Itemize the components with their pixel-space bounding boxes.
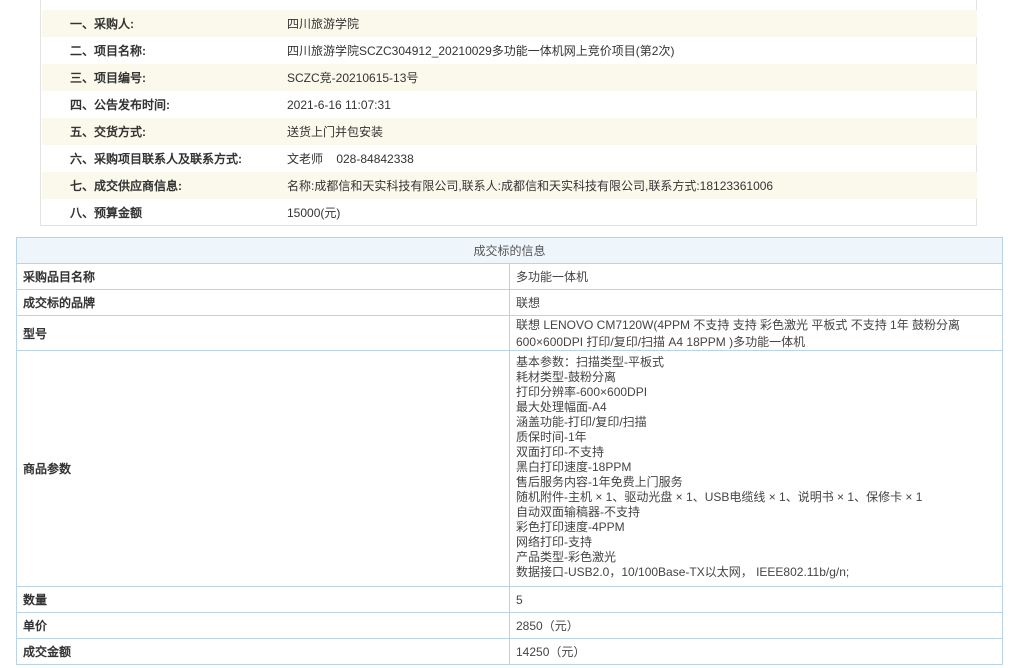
table-row: 成交标的品牌 联想 — [16, 289, 1003, 316]
info-label: 七、成交供应商信息: — [70, 179, 182, 193]
row-value: 多功能一体机 — [509, 263, 1003, 290]
param-line: 最大处理幅面-A4 — [516, 400, 607, 414]
param-line: 基本参数：扫描类型-平板式 — [516, 355, 664, 369]
param-line: 售后服务内容-1年免费上门服务 — [516, 475, 683, 489]
table-row: 采购品目名称 多功能一体机 — [16, 263, 1003, 290]
row-label: 型号 — [16, 315, 510, 351]
info-value: SCZC竞-20210615-13号 — [287, 71, 419, 85]
params-list: 基本参数：扫描类型-平板式 耗材类型-鼓粉分离 打印分辨率-600×600DPI… — [516, 351, 996, 586]
info-row-delivery-method: 五、交货方式: 送货上门并包安装 — [42, 118, 977, 145]
info-value: 送货上门并包安装 — [287, 125, 384, 139]
row-label: 单价 — [16, 612, 510, 639]
param-line: 黑白打印速度-18PPM — [516, 460, 632, 474]
table-row: 数量 5 — [16, 586, 1003, 613]
info-label: 五、交货方式: — [70, 125, 146, 139]
info-row-supplier: 七、成交供应商信息: 名称:成都信和天实科技有限公司,联系人:成都信和天实科技有… — [42, 172, 977, 199]
param-line: 双面打印-不支持 — [516, 445, 604, 459]
info-row-budget: 八、预算金额 15000(元) — [42, 199, 977, 226]
param-line: 质保时间-1年 — [516, 430, 587, 444]
info-label: 二、项目名称: — [70, 44, 146, 58]
row-label: 数量 — [16, 586, 510, 613]
info-label: 六、采购项目联系人及联系方式: — [70, 152, 242, 166]
row-value: 2850（元） — [509, 612, 1003, 639]
table-row: 型号 联想 LENOVO CM7120W(4PPM 不支持 支持 彩色激光 平板… — [16, 315, 1003, 351]
param-line: 数据接口-USB2.0，10/100Base-TX以太网， IEEE802.11… — [516, 565, 850, 579]
table-header-row: 成交标的信息 — [16, 237, 1003, 264]
info-row-contact: 六、采购项目联系人及联系方式: 文老师 028-84842338 — [42, 145, 977, 172]
param-line: 打印分辨率-600×600DPI — [516, 385, 648, 399]
table-row: 成交金额 14250（元） — [16, 638, 1003, 665]
row-value: 联想 LENOVO CM7120W(4PPM 不支持 支持 彩色激光 平板式 不… — [509, 315, 1003, 351]
info-label: 八、预算金额 — [70, 206, 143, 220]
info-row-purchaser: 一、采购人: 四川旅游学院 — [42, 10, 977, 37]
table-header: 成交标的信息 — [16, 237, 1003, 264]
info-value: 15000(元) — [287, 206, 341, 220]
info-value: 名称:成都信和天实科技有限公司,联系人:成都信和天实科技有限公司,联系方式:18… — [287, 179, 774, 193]
row-label: 采购品目名称 — [16, 263, 510, 290]
row-label: 成交标的品牌 — [16, 289, 510, 316]
params-cell: 基本参数：扫描类型-平板式 耗材类型-鼓粉分离 打印分辨率-600×600DPI… — [509, 350, 1003, 587]
param-line: 涵盖功能-打印/复印/扫描 — [516, 415, 647, 429]
row-label: 商品参数 — [16, 350, 510, 587]
info-value: 四川旅游学院SCZC304912_20210029多功能一体机网上竞价项目(第2… — [287, 44, 675, 58]
project-info-panel: 一、采购人: 四川旅游学院 二、项目名称: 四川旅游学院SCZC304912_2… — [40, 0, 977, 226]
info-label: 一、采购人: — [70, 17, 134, 31]
param-line: 产品类型-彩色激光 — [516, 550, 616, 564]
param-line: 随机附件-主机 × 1、驱动光盘 × 1、USB电缆线 × 1、说明书 × 1、… — [516, 490, 923, 504]
row-label: 成交金额 — [16, 638, 510, 665]
param-line: 网络打印-支持 — [516, 535, 592, 549]
info-value: 文老师 028-84842338 — [287, 152, 414, 166]
info-row-project-name: 二、项目名称: 四川旅游学院SCZC304912_20210029多功能一体机网… — [42, 37, 977, 64]
param-line: 彩色打印速度-4PPM — [516, 520, 625, 534]
info-label: 三、项目编号: — [70, 71, 146, 85]
param-line: 自动双面输稿器-不支持 — [516, 505, 640, 519]
row-value: 5 — [509, 586, 1003, 613]
row-value: 14250（元） — [509, 638, 1003, 665]
table-row: 单价 2850（元） — [16, 612, 1003, 639]
param-line: 耗材类型-鼓粉分离 — [516, 370, 616, 384]
info-label: 四、公告发布时间: — [70, 98, 170, 112]
info-value: 四川旅游学院 — [287, 17, 360, 31]
info-value: 2021-6-16 11:07:31 — [287, 97, 391, 112]
info-row-project-number: 三、项目编号: SCZC竞-20210615-13号 — [42, 64, 977, 91]
table-row-params: 商品参数 基本参数：扫描类型-平板式 耗材类型-鼓粉分离 打印分辨率-600×6… — [16, 350, 1003, 587]
deal-detail-table: 成交标的信息 采购品目名称 多功能一体机 成交标的品牌 联想 型号 联想 LEN… — [16, 237, 1003, 665]
row-value: 联想 — [509, 289, 1003, 316]
info-row-publish-time: 四、公告发布时间: 2021-6-16 11:07:31 — [42, 91, 977, 118]
